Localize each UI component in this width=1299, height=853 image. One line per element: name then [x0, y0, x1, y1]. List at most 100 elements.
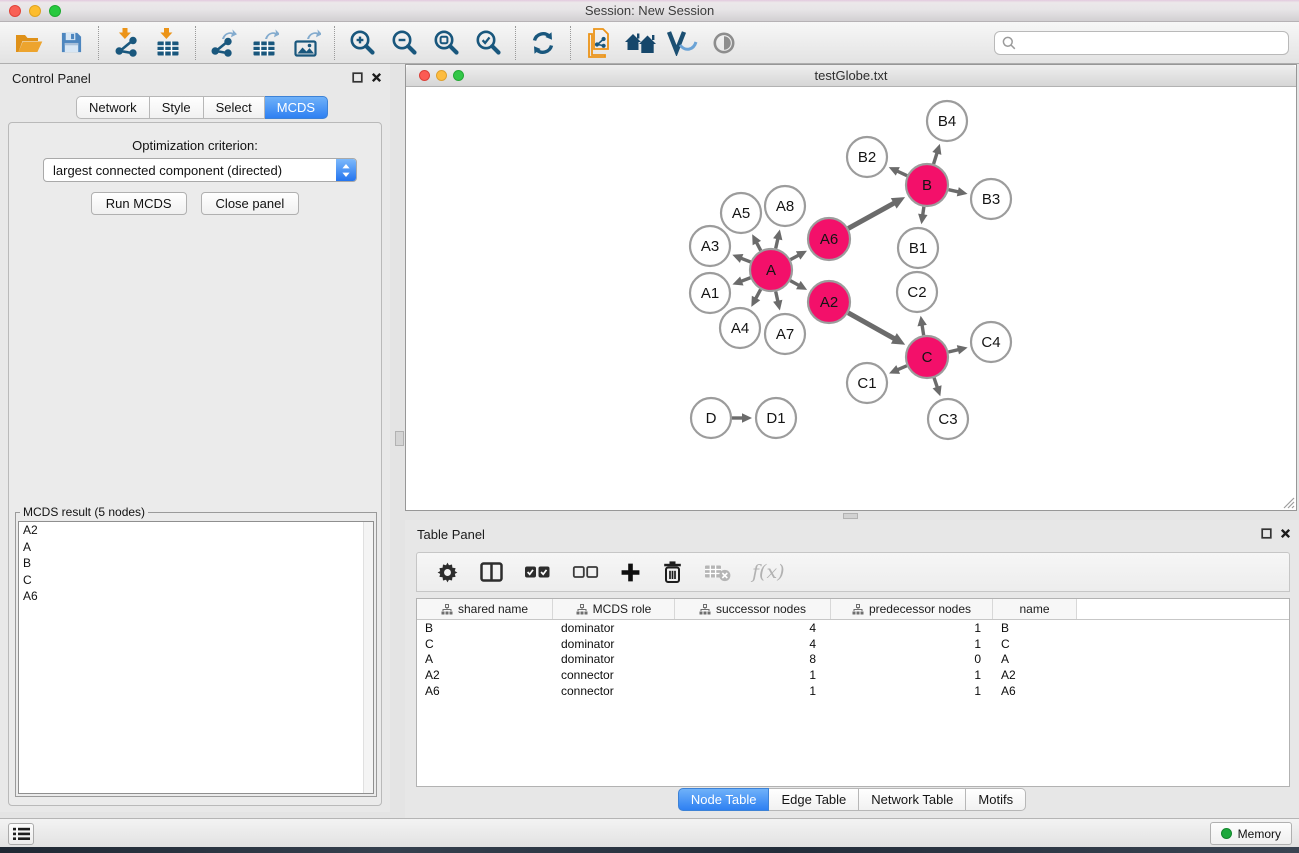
toolbar-separator — [334, 26, 335, 60]
select-all-button[interactable] — [524, 557, 551, 587]
toggle-views-button[interactable] — [661, 24, 703, 62]
column-header-shared-name[interactable]: shared name — [417, 599, 553, 619]
import-network-button[interactable] — [105, 24, 147, 62]
table-row[interactable]: A2connector11A2 — [417, 667, 1289, 683]
column-header-name[interactable]: name — [993, 599, 1077, 619]
mcds-result-list[interactable]: A2ABCA6 — [18, 521, 374, 794]
table-row[interactable]: Cdominator41C — [417, 636, 1289, 652]
close-panel-button[interactable]: Close panel — [201, 192, 300, 215]
node-table[interactable]: shared name MCDS role successor nodes pr… — [416, 598, 1290, 787]
network-window-titlebar[interactable]: testGlobe.txt — [406, 65, 1296, 87]
open-session-button[interactable] — [8, 24, 50, 62]
graph-edge[interactable] — [755, 289, 760, 299]
mcds-result-group: MCDS result (5 nodes) A2ABCA6 — [15, 505, 377, 797]
column-type-icon — [576, 604, 588, 615]
export-table-button[interactable] — [244, 24, 286, 62]
tab-edge-table[interactable]: Edge Table — [769, 788, 859, 811]
window-titlebar: Session: New Session — [0, 0, 1299, 22]
mcds-result-item[interactable]: C — [19, 572, 373, 589]
search-input[interactable] — [1021, 34, 1288, 52]
eye-icon — [712, 31, 736, 55]
graph-node-label: A3 — [701, 238, 719, 255]
criterion-select[interactable]: largest connected component (directed) — [43, 158, 357, 182]
show-panels-button[interactable] — [8, 823, 34, 845]
graph-edge[interactable] — [896, 171, 907, 176]
graph-edge[interactable] — [848, 313, 895, 339]
function-builder-button[interactable]: f(x) — [752, 557, 785, 587]
column-header-predecessor-nodes[interactable]: predecessor nodes — [831, 599, 993, 619]
network-graph[interactable]: AA1A2A3A4A5A6A7A8BB1B2B3B4CC1C2C3C4DD1 — [406, 88, 1296, 510]
run-mcds-button[interactable]: Run MCDS — [91, 192, 187, 215]
table-cell: connector — [553, 668, 675, 682]
mcds-panel-content: Optimization criterion: largest connecte… — [8, 122, 382, 806]
vertical-splitter[interactable] — [390, 64, 405, 812]
close-panel-icon[interactable] — [371, 72, 382, 83]
tab-select[interactable]: Select — [204, 96, 265, 119]
export-network-button[interactable] — [202, 24, 244, 62]
graph-edge[interactable] — [740, 278, 750, 282]
network-canvas[interactable]: AA1A2A3A4A5A6A7A8BB1B2B3B4CC1C2C3C4DD1 — [406, 88, 1296, 510]
graph-edge[interactable] — [934, 152, 938, 164]
zoom-in-button[interactable] — [341, 24, 383, 62]
tab-network-table[interactable]: Network Table — [859, 788, 966, 811]
refresh-button[interactable] — [522, 24, 564, 62]
create-column-button[interactable] — [620, 557, 641, 587]
delete-table-button[interactable] — [704, 557, 731, 587]
mcds-result-item[interactable]: A — [19, 539, 373, 556]
float-panel-icon[interactable] — [1261, 528, 1272, 539]
graph-edge[interactable] — [790, 255, 799, 260]
show-hide-button[interactable] — [703, 24, 745, 62]
table-row[interactable]: Bdominator41B — [417, 620, 1289, 636]
control-panel-header: Control Panel — [0, 64, 390, 90]
table-row[interactable]: A6connector11A6 — [417, 683, 1289, 699]
close-panel-icon[interactable] — [1280, 528, 1291, 539]
tab-mcds[interactable]: MCDS — [265, 96, 328, 119]
search-box[interactable] — [994, 31, 1289, 55]
edge-arrowhead-icon — [933, 385, 942, 396]
network-window-title: testGlobe.txt — [406, 68, 1296, 83]
column-header-successor-nodes[interactable]: successor nodes — [675, 599, 831, 619]
memory-button[interactable]: Memory — [1210, 822, 1292, 845]
copy-network-button[interactable] — [577, 24, 619, 62]
criterion-selected-value: largest connected component (directed) — [44, 163, 336, 178]
graph-edge[interactable] — [922, 324, 924, 335]
tab-node-table[interactable]: Node Table — [678, 788, 770, 811]
graph-edge[interactable] — [948, 190, 959, 192]
graph-edge[interactable] — [934, 378, 938, 388]
tab-style[interactable]: Style — [150, 96, 204, 119]
resize-grip-icon[interactable] — [1282, 496, 1295, 509]
delete-column-button[interactable] — [662, 557, 683, 587]
scrollbar-track[interactable] — [363, 522, 373, 793]
graph-edge[interactable] — [948, 349, 959, 352]
mcds-result-item[interactable]: B — [19, 555, 373, 572]
graph-edge[interactable] — [848, 203, 895, 229]
zoom-out-button[interactable] — [383, 24, 425, 62]
home-button[interactable] — [619, 24, 661, 62]
column-type-icon — [699, 604, 711, 615]
table-settings-button[interactable] — [436, 557, 459, 587]
float-panel-icon[interactable] — [352, 72, 363, 83]
import-table-button[interactable] — [147, 24, 189, 62]
table-cell: 4 — [675, 621, 831, 635]
mcds-result-item[interactable]: A6 — [19, 588, 373, 605]
save-session-button[interactable] — [50, 24, 92, 62]
zoom-selected-button[interactable] — [467, 24, 509, 62]
tab-network[interactable]: Network — [76, 96, 150, 119]
table-header-row: shared name MCDS role successor nodes pr… — [417, 599, 1289, 620]
graph-edge[interactable] — [740, 258, 750, 262]
graph-edge[interactable] — [897, 366, 907, 370]
graph-edge[interactable] — [776, 291, 778, 302]
horizontal-splitter-handle[interactable] — [843, 513, 858, 519]
graph-edge[interactable] — [790, 281, 799, 286]
column-header-mcds-role[interactable]: MCDS role — [553, 599, 675, 619]
table-cell: A2 — [417, 668, 553, 682]
tab-motifs[interactable]: Motifs — [966, 788, 1026, 811]
splitter-handle[interactable] — [395, 431, 404, 446]
zoom-fit-button[interactable] — [425, 24, 467, 62]
deselect-all-button[interactable] — [572, 557, 599, 587]
mcds-result-item[interactable]: A2 — [19, 522, 373, 539]
column-visibility-button[interactable] — [480, 557, 503, 587]
export-image-button[interactable] — [286, 24, 328, 62]
table-row[interactable]: Adominator80A — [417, 652, 1289, 668]
graph-edge[interactable] — [776, 238, 778, 249]
